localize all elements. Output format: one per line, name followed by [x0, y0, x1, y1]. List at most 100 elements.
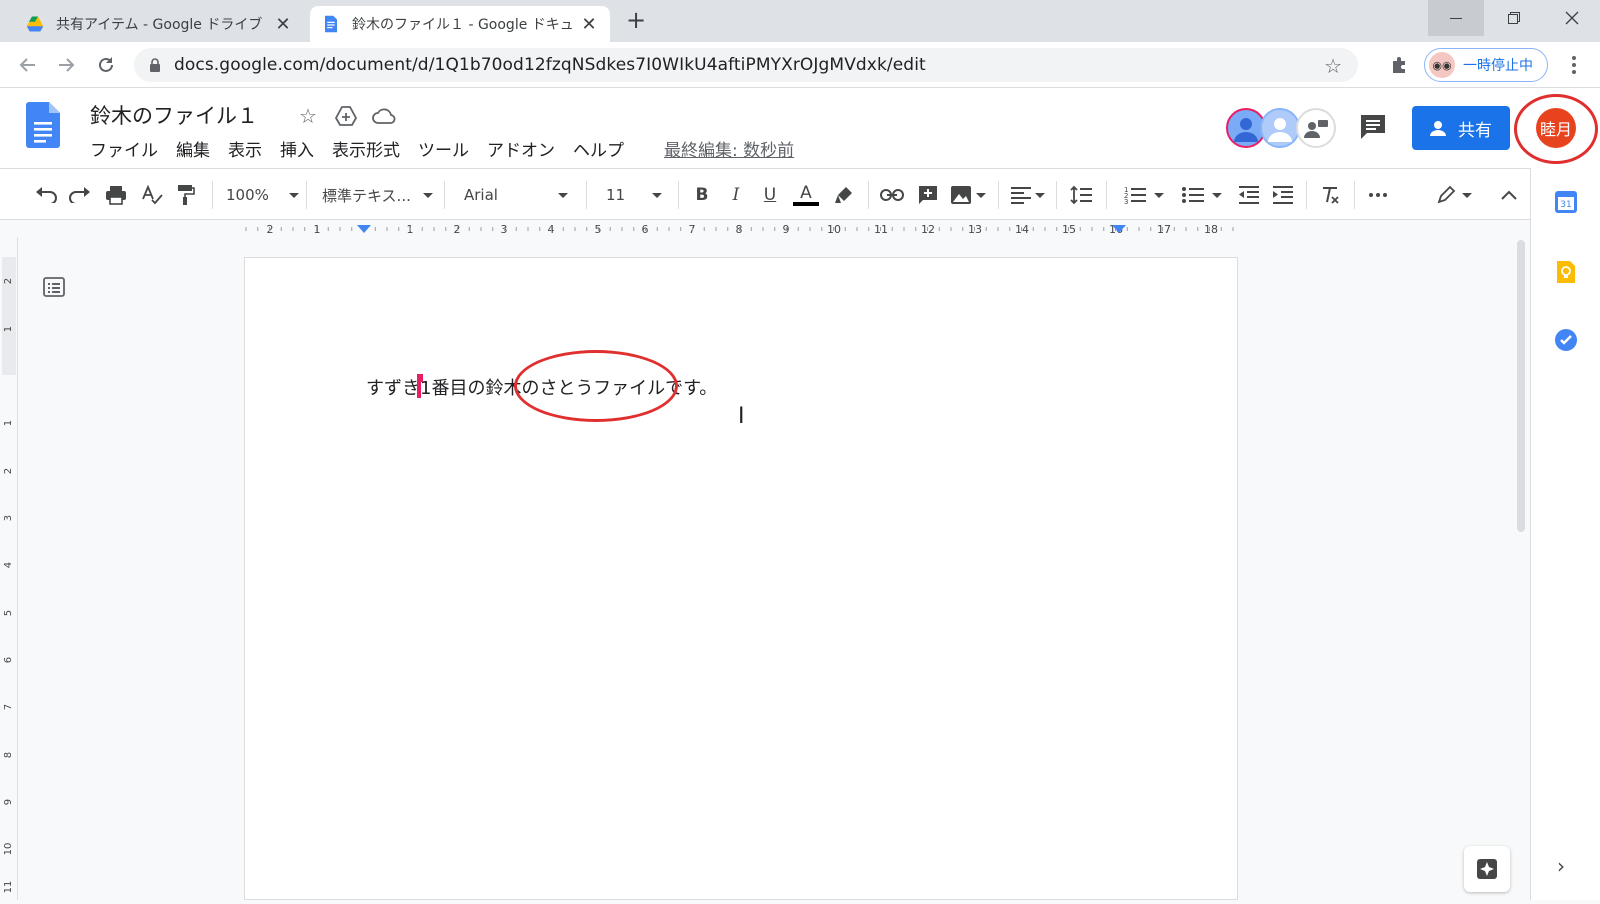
- font-family-select[interactable]: Arial: [464, 181, 576, 209]
- bookmark-star-icon[interactable]: ☆: [1324, 54, 1342, 78]
- vertical-scrollbar[interactable]: [1517, 240, 1525, 532]
- ruler-tick-label: 11: [3, 881, 14, 894]
- tab-close-icon[interactable]: ✕: [580, 14, 598, 35]
- menu-view[interactable]: 表示: [228, 136, 262, 161]
- hide-menus-button[interactable]: [1496, 181, 1522, 209]
- insert-link-button[interactable]: [878, 181, 906, 209]
- bold-button[interactable]: B: [690, 181, 714, 209]
- minimize-window-button[interactable]: [1428, 0, 1484, 36]
- reload-button[interactable]: [92, 52, 120, 78]
- numbered-list-button[interactable]: 123: [1122, 181, 1166, 209]
- person-icon: [1234, 118, 1258, 142]
- chevron-down-icon: [1212, 192, 1222, 198]
- spellcheck-button[interactable]: [138, 181, 166, 209]
- extensions-button[interactable]: [1386, 52, 1414, 78]
- ruler-scale: 211234567891011: [2, 257, 16, 894]
- redo-icon: [69, 187, 90, 203]
- link-icon: [880, 189, 904, 201]
- address-bar[interactable]: docs.google.com/document/d/1Q1b70od12fzq…: [134, 48, 1358, 82]
- google-tasks-icon[interactable]: [1554, 328, 1578, 352]
- vertical-ruler[interactable]: 2 1 1 2 3 4 5 6 7 8 9 10 11: [0, 237, 18, 900]
- google-keep-icon[interactable]: [1554, 260, 1578, 284]
- browser-tab-strip: 共有アイテム - Google ドライブ ✕ 鈴木のファイル１ - Google…: [0, 0, 1600, 42]
- italic-button[interactable]: I: [724, 181, 748, 209]
- tab-google-drive[interactable]: 共有アイテム - Google ドライブ ✕: [14, 6, 304, 42]
- insert-image-button[interactable]: [948, 181, 988, 209]
- horizontal-ruler[interactable]: 21123456789101112131415161718: [0, 221, 1530, 237]
- font-size-value: 11: [606, 186, 626, 204]
- restore-window-button[interactable]: [1486, 0, 1542, 36]
- numbered-list-icon: 123: [1124, 186, 1146, 205]
- new-tab-button[interactable]: +: [622, 6, 650, 34]
- document-outline-icon[interactable]: [42, 275, 66, 299]
- ruler-tick-label: 4: [3, 562, 14, 568]
- undo-button[interactable]: [32, 181, 60, 209]
- clear-formatting-button[interactable]: [1316, 181, 1344, 209]
- chevron-up-icon: [1501, 190, 1517, 200]
- text-color-swatch: [793, 202, 819, 206]
- move-to-drive-icon[interactable]: [334, 104, 358, 128]
- tab-title: 鈴木のファイル１ - Google ドキュメント: [352, 17, 572, 33]
- editing-mode-button[interactable]: [1432, 181, 1476, 209]
- back-button[interactable]: [14, 52, 42, 78]
- minimize-icon: [1450, 18, 1462, 19]
- collaborator-more-button[interactable]: [1296, 108, 1336, 148]
- paragraph-style-select[interactable]: 標準テキス...: [322, 181, 434, 209]
- docs-home-logo-icon[interactable]: [26, 102, 60, 148]
- explore-button[interactable]: [1464, 846, 1510, 892]
- print-button[interactable]: [102, 181, 130, 209]
- menu-addons[interactable]: アドオン: [487, 136, 555, 161]
- menu-format[interactable]: 表示形式: [332, 136, 400, 161]
- tab-close-icon[interactable]: ✕: [274, 14, 292, 35]
- text-color-button[interactable]: A: [792, 181, 820, 209]
- toolbar-separator: [1306, 181, 1307, 209]
- document-title[interactable]: 鈴木のファイル１: [90, 100, 258, 130]
- paint-roller-icon: [178, 185, 195, 205]
- browser-menu-button[interactable]: [1560, 52, 1588, 78]
- tab-title: 共有アイテム - Google ドライブ: [56, 17, 263, 33]
- ruler-tick-label: 1: [3, 420, 14, 426]
- undo-icon: [36, 187, 57, 203]
- more-tools-button[interactable]: [1364, 181, 1392, 209]
- decrease-indent-button[interactable]: [1236, 181, 1262, 209]
- align-button[interactable]: [1008, 181, 1048, 209]
- menu-edit[interactable]: 編集: [176, 136, 210, 161]
- chevron-down-icon: [1154, 192, 1164, 198]
- line-spacing-button[interactable]: [1066, 181, 1096, 209]
- bulleted-list-button[interactable]: [1180, 181, 1224, 209]
- last-edit-link[interactable]: 最終編集: 数秒前: [664, 136, 794, 161]
- google-calendar-icon[interactable]: 31: [1554, 190, 1578, 214]
- cloud-saved-icon[interactable]: [372, 104, 396, 128]
- add-comment-button[interactable]: [914, 181, 942, 209]
- annotation-circle: [514, 350, 678, 422]
- bulleted-list-icon: [1182, 187, 1204, 203]
- browser-toolbar: docs.google.com/document/d/1Q1b70od12fzq…: [0, 42, 1600, 88]
- ruler-margin-band: [2, 257, 16, 375]
- share-button[interactable]: 共有: [1412, 106, 1510, 150]
- star-icon[interactable]: ☆: [296, 104, 320, 128]
- chevron-down-icon: [652, 192, 662, 198]
- comment-history-icon[interactable]: [1358, 112, 1388, 142]
- menu-tools[interactable]: ツール: [418, 136, 469, 161]
- tab-google-docs[interactable]: 鈴木のファイル１ - Google ドキュメント ✕: [310, 6, 610, 42]
- forward-button[interactable]: [52, 52, 80, 78]
- highlight-color-button[interactable]: [830, 181, 858, 209]
- left-indent-marker[interactable]: [357, 225, 371, 233]
- menu-help[interactable]: ヘルプ: [573, 136, 624, 161]
- document-page[interactable]: [244, 257, 1238, 900]
- toolbar-separator: [444, 181, 445, 209]
- underline-button[interactable]: U: [758, 181, 782, 209]
- menu-file[interactable]: ファイル: [90, 136, 158, 161]
- chevron-right-icon[interactable]: ›: [1557, 854, 1565, 878]
- increase-indent-button[interactable]: [1270, 181, 1296, 209]
- font-size-select[interactable]: 11: [606, 181, 668, 209]
- collaborator-avatar[interactable]: [1260, 108, 1300, 148]
- zoom-select[interactable]: 100%: [226, 181, 299, 209]
- annotation-circle: [1514, 94, 1598, 164]
- ruler-tick-label: 5: [3, 610, 14, 616]
- profile-paused-button[interactable]: ◉◉ 一時停止中: [1424, 48, 1548, 82]
- redo-button[interactable]: [66, 181, 94, 209]
- paint-format-button[interactable]: [172, 181, 200, 209]
- close-window-button[interactable]: [1544, 0, 1600, 36]
- menu-insert[interactable]: 挿入: [280, 136, 314, 161]
